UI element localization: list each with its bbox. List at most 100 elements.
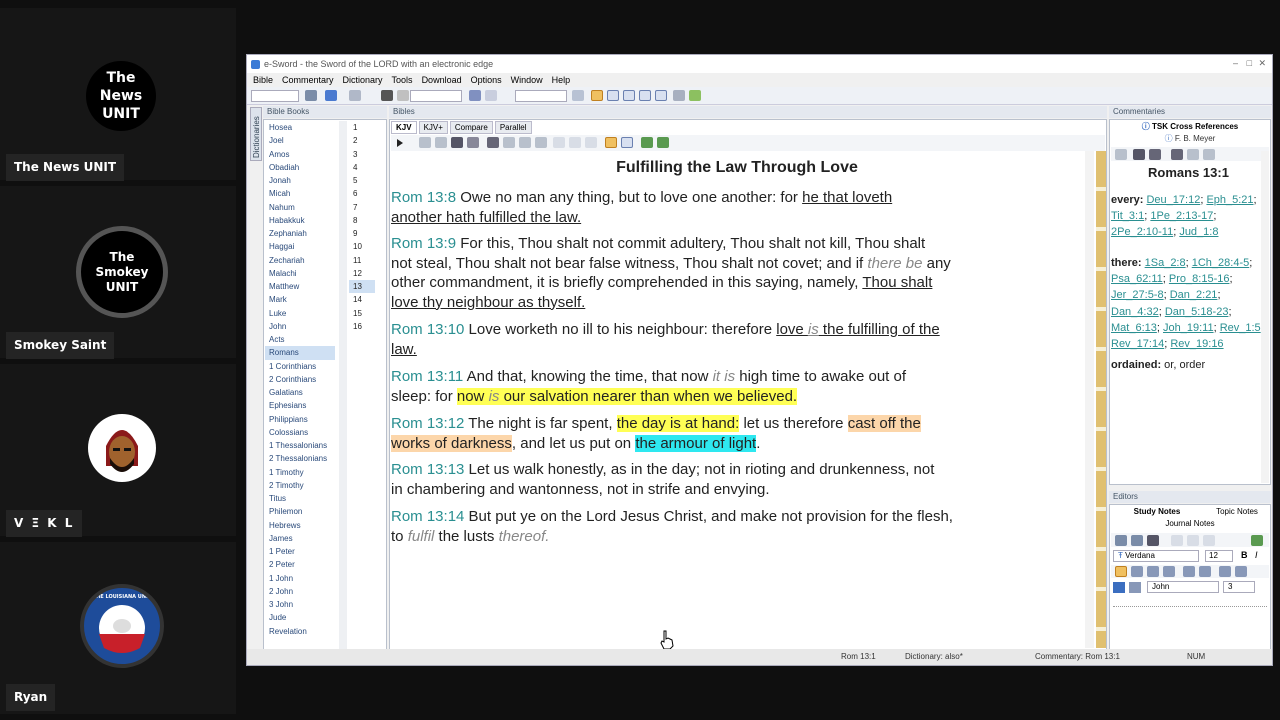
verse-13-14[interactable]: Rom 13:14 But put ye on the Lord Jesus C… (391, 507, 1083, 546)
clear-icon[interactable] (397, 90, 409, 101)
chapter-item[interactable]: 11 (349, 254, 375, 267)
layout-icon-4[interactable] (639, 90, 651, 101)
book-item[interactable]: 3 John (265, 598, 335, 611)
minimize-icon[interactable]: – (1233, 58, 1238, 68)
book-item[interactable]: Hebrews (265, 519, 335, 532)
bible-search-icon[interactable] (451, 137, 463, 148)
book-item[interactable]: Habakkuk (265, 214, 335, 227)
commentary-tool-4[interactable] (1171, 149, 1183, 160)
editor-tool-7[interactable] (1251, 535, 1263, 546)
dictionaries-tab[interactable]: Dictionaries (250, 107, 262, 161)
book-item[interactable]: Obadiah (265, 161, 335, 174)
back-icon[interactable] (325, 90, 337, 101)
menu-tools[interactable]: Tools (392, 75, 413, 85)
verse-13-12[interactable]: Rom 13:12 The night is far spent, the da… (391, 414, 1083, 453)
book-item[interactable]: John (265, 320, 335, 333)
bible-tool-10[interactable] (569, 137, 581, 148)
book-item[interactable]: 2 Timothy (265, 479, 335, 492)
participant-tile-smokey-saint[interactable]: The Smokey UNIT Smokey Saint (0, 186, 236, 359)
commentary-tool-6[interactable] (1203, 149, 1215, 160)
tab-tsk[interactable]: ⓘ TSK Cross References (1111, 121, 1269, 133)
bible-tool-11[interactable] (585, 137, 597, 148)
bible-tool-5[interactable] (487, 137, 499, 148)
tab-parallel[interactable]: Parallel (494, 121, 532, 134)
verse-ref[interactable]: Rom 13:11 (391, 368, 463, 385)
close-icon[interactable]: ✕ (1258, 58, 1266, 69)
bible-tool-1[interactable] (419, 137, 431, 148)
chapter-item[interactable]: 7 (349, 201, 375, 214)
chapter-item[interactable]: 15 (349, 307, 375, 320)
chapter-select[interactable]: 3 (1223, 581, 1255, 593)
book-item[interactable]: Jude (265, 611, 335, 624)
font-select[interactable]: Ŧ Verdana (1113, 550, 1199, 562)
editor-tool-6[interactable] (1203, 535, 1215, 546)
bible-tool-9[interactable] (553, 137, 565, 148)
verse-ref[interactable]: Rom 13:10 (391, 321, 464, 338)
book-item[interactable]: Amos (265, 148, 335, 161)
book-item[interactable]: Nahum (265, 201, 335, 214)
participant-tile-news-unit[interactable]: The News UNIT The News UNIT (0, 8, 236, 181)
bible-tool-14[interactable] (641, 137, 653, 148)
verse-13-9[interactable]: Rom 13:9 For this, Thou shalt not commit… (391, 234, 1083, 312)
book-item[interactable]: Ephesians (265, 399, 335, 412)
layout-icon-5[interactable] (655, 90, 667, 101)
commentary-tool-5[interactable] (1187, 149, 1199, 160)
book-item[interactable]: Mark (265, 293, 335, 306)
cross-ref-link[interactable]: Mat_6:13 (1111, 322, 1157, 334)
pin-icon[interactable] (572, 90, 584, 101)
book-item[interactable]: Philemon (265, 505, 335, 518)
numbered-list-icon[interactable] (1199, 566, 1211, 577)
commentary-tool-1[interactable] (1115, 149, 1127, 160)
chapter-item[interactable]: 1 (349, 121, 375, 134)
toolbar-dropdown[interactable] (251, 90, 299, 102)
verse-ref[interactable]: Rom 13:9 (391, 235, 456, 252)
bible-text-area[interactable]: Fulfilling the Law Through Love Rom 13:8… (391, 158, 1083, 650)
align-left-icon[interactable] (1115, 566, 1127, 577)
bible-tool-13[interactable] (621, 137, 633, 148)
book-item[interactable]: Jonah (265, 174, 335, 187)
book-item[interactable]: 1 Thessalonians (265, 439, 335, 452)
tab-kjv[interactable]: KJV (391, 121, 417, 134)
tab-journal-notes[interactable]: Journal Notes (1111, 518, 1269, 530)
book-item[interactable]: Acts (265, 333, 335, 346)
chapter-item[interactable]: 5 (349, 174, 375, 187)
search-input[interactable] (410, 90, 462, 102)
book-item[interactable]: Zephaniah (265, 227, 335, 240)
chapter-item[interactable]: 3 (349, 148, 375, 161)
cross-ref-link[interactable]: Eph_5:21 (1206, 194, 1253, 206)
chapter-item[interactable]: 9 (349, 227, 375, 240)
verse-13-10[interactable]: Rom 13:10 Love worketh no ill to his nei… (391, 320, 1083, 359)
book-item[interactable]: 2 Peter (265, 558, 335, 571)
book-item[interactable]: Micah (265, 187, 335, 200)
editor-content[interactable] (1113, 611, 1267, 647)
chapter-item[interactable]: 12 (349, 267, 375, 280)
menu-options[interactable]: Options (471, 75, 502, 85)
tab-topic-notes[interactable]: Topic Notes (1205, 506, 1269, 518)
cross-ref-link[interactable]: Dan_4:32 (1111, 306, 1159, 318)
book-item[interactable]: Malachi (265, 267, 335, 280)
outdent-icon[interactable] (1235, 566, 1247, 577)
book-item[interactable]: Joel (265, 134, 335, 147)
layout-icon-6[interactable] (673, 90, 685, 101)
justify-icon[interactable] (1163, 566, 1175, 577)
book-item[interactable]: 1 John (265, 572, 335, 585)
menu-dictionary[interactable]: Dictionary (343, 75, 383, 85)
esword-window[interactable]: e-Sword - the Sword of the LORD with an … (246, 54, 1273, 666)
bible-icon[interactable] (305, 90, 317, 101)
bible-tool-6[interactable] (503, 137, 515, 148)
commentary-scrollbar[interactable] (1261, 151, 1269, 483)
verse-pencil-strip[interactable] (1096, 151, 1106, 648)
editor-tool-1[interactable] (1115, 535, 1127, 546)
cross-ref-link[interactable]: 2Pe_2:10-11 (1111, 226, 1173, 238)
align-right-icon[interactable] (1147, 566, 1159, 577)
verse-ref[interactable]: Rom 13:8 (391, 189, 456, 206)
book-item[interactable]: Titus (265, 492, 335, 505)
verse-ref[interactable]: Rom 13:13 (391, 461, 464, 478)
indent-icon[interactable] (1219, 566, 1231, 577)
chapter-item[interactable]: 10 (349, 240, 375, 253)
menu-window[interactable]: Window (511, 75, 543, 85)
cross-ref-link[interactable]: Psa_62:11 (1111, 273, 1163, 285)
book-item[interactable]: 2 Corinthians (265, 373, 335, 386)
chapter-item[interactable]: 16 (349, 320, 375, 333)
tab-compare[interactable]: Compare (449, 121, 493, 134)
